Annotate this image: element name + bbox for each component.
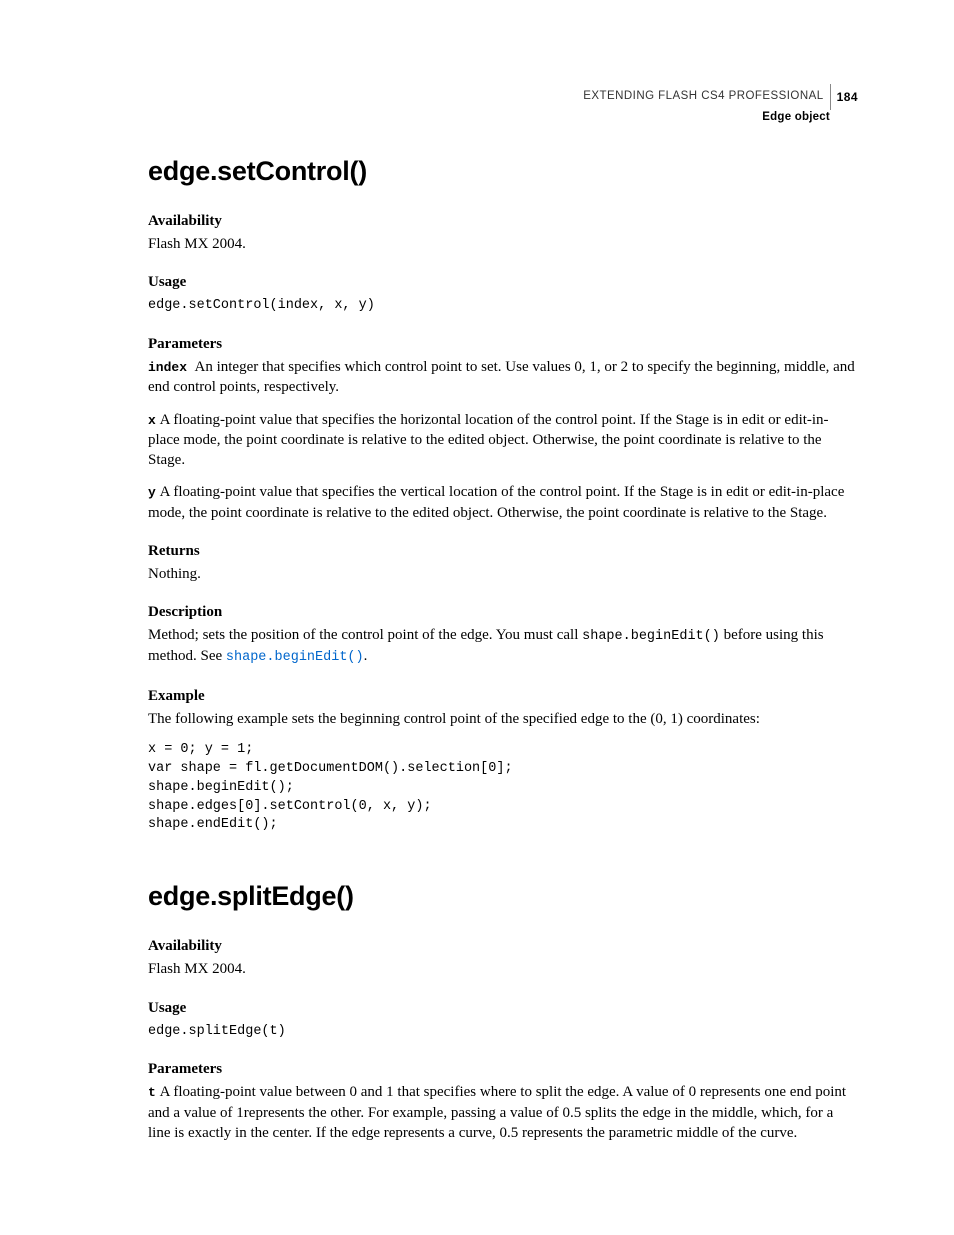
running-header: EXTENDING FLASH CS4 PROFESSIONAL 184 Edg… <box>583 84 858 126</box>
param-desc-t: A floating-point value between 0 and 1 t… <box>148 1084 846 1141</box>
method-heading-splitedge: edge.splitEdge() <box>148 881 858 912</box>
availability-label: Availability <box>148 213 858 230</box>
availability-block-2: Availability Flash MX 2004. <box>148 938 858 979</box>
usage-block: Usage edge.setControl(index, x, y) <box>148 274 858 316</box>
page-number: 184 <box>837 89 858 105</box>
param-y: y A floating-point value that specifies … <box>148 482 858 523</box>
parameters-label: Parameters <box>148 336 858 353</box>
param-desc-x: A floating-point value that specifies th… <box>148 412 829 469</box>
desc-post: . <box>364 648 368 664</box>
availability-label-2: Availability <box>148 938 858 955</box>
usage-code: edge.setControl(index, x, y) <box>148 297 858 316</box>
param-name-index: index <box>148 360 187 375</box>
description-label: Description <box>148 604 858 621</box>
method-heading-setcontrol: edge.setControl() <box>148 156 858 187</box>
section-name: Edge object <box>583 110 830 126</box>
returns-label: Returns <box>148 543 858 560</box>
usage-label: Usage <box>148 274 858 291</box>
usage-code-2: edge.splitEdge(t) <box>148 1023 858 1042</box>
param-name-x: x <box>148 413 156 428</box>
example-code: x = 0; y = 1; var shape = fl.getDocument… <box>148 741 858 835</box>
content: edge.setControl() Availability Flash MX … <box>148 156 858 1143</box>
description-text: Method; sets the position of the control… <box>148 625 858 667</box>
parameters-block-2: Parameters t A floating-point value betw… <box>148 1061 858 1143</box>
param-t: t A floating-point value between 0 and 1… <box>148 1082 858 1143</box>
doc-title: EXTENDING FLASH CS4 PROFESSIONAL <box>583 89 823 105</box>
page: EXTENDING FLASH CS4 PROFESSIONAL 184 Edg… <box>0 0 954 1235</box>
param-name-t: t <box>148 1085 156 1100</box>
desc-code1: shape.beginEdit() <box>582 629 720 644</box>
description-block: Description Method; sets the position of… <box>148 604 858 667</box>
returns-text: Nothing. <box>148 564 858 584</box>
parameters-block: Parameters index An integer that specifi… <box>148 336 858 523</box>
availability-block: Availability Flash MX 2004. <box>148 213 858 254</box>
example-intro: The following example sets the beginning… <box>148 709 858 729</box>
returns-block: Returns Nothing. <box>148 543 858 584</box>
param-name-y: y <box>148 485 156 500</box>
param-index: index An integer that specifies which co… <box>148 357 858 398</box>
link-shape-beginedit[interactable]: shape.beginEdit() <box>226 650 364 665</box>
usage-block-2: Usage edge.splitEdge(t) <box>148 1000 858 1042</box>
parameters-label-2: Parameters <box>148 1061 858 1078</box>
desc-pre: Method; sets the position of the control… <box>148 627 582 643</box>
availability-text: Flash MX 2004. <box>148 234 858 254</box>
example-label: Example <box>148 688 858 705</box>
usage-label-2: Usage <box>148 1000 858 1017</box>
param-desc-index: An integer that specifies which control … <box>148 359 855 395</box>
param-x: x A floating-point value that specifies … <box>148 410 858 471</box>
availability-text-2: Flash MX 2004. <box>148 959 858 979</box>
param-desc-y: A floating-point value that specifies th… <box>148 484 844 520</box>
header-divider <box>830 84 831 110</box>
example-block: Example The following example sets the b… <box>148 688 858 836</box>
